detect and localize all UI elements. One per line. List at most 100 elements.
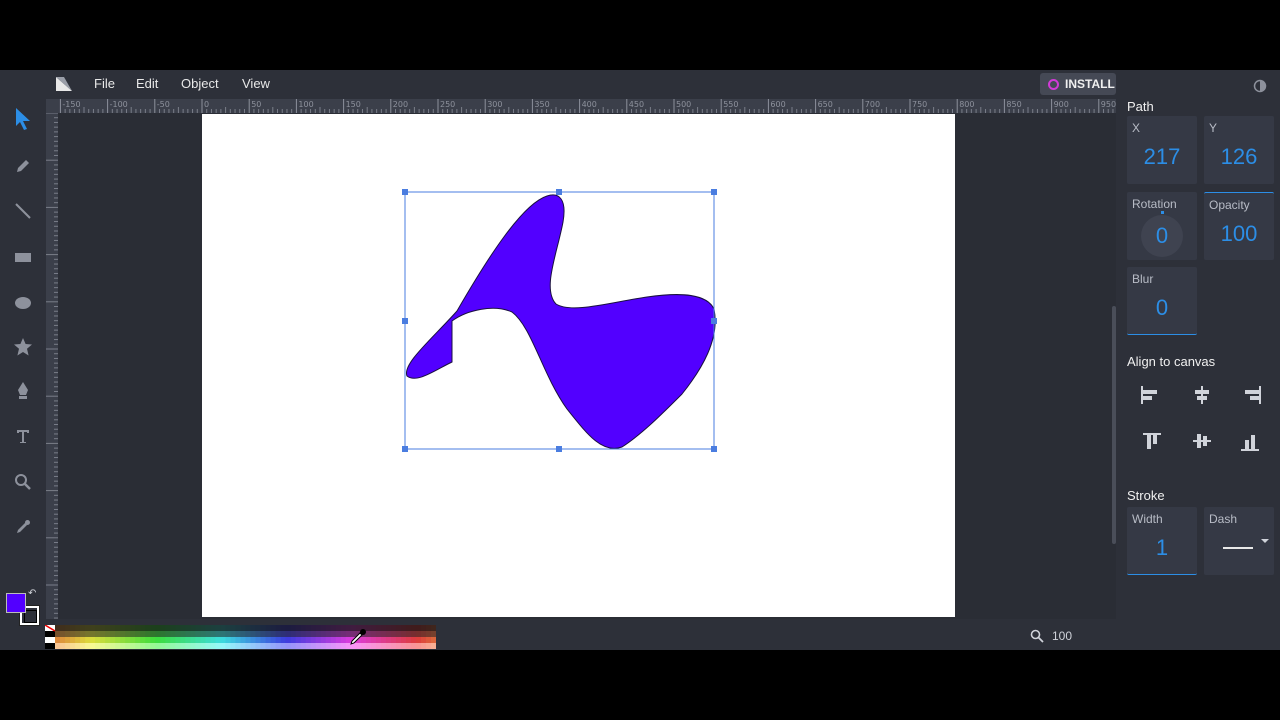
ruler-label: 100 [298,100,313,109]
color-palette[interactable] [45,625,436,649]
stroke-width-label: Width [1132,512,1163,526]
align-middle-button[interactable] [1189,428,1215,454]
contrast-toggle-icon[interactable] [1253,79,1267,93]
stroke-width-field[interactable]: Width 1 [1127,507,1197,575]
stroke-dash-field[interactable]: Dash [1204,507,1274,575]
ellipse-tool[interactable] [10,290,36,316]
align-left-icon [1141,386,1157,404]
opacity-field[interactable]: Opacity 100 [1204,192,1274,260]
zoom-indicator[interactable]: 100 [1030,629,1072,643]
align-center-h-button[interactable] [1189,382,1215,408]
vertical-scrollbar[interactable] [1112,306,1116,544]
y-field[interactable]: Y 126 [1204,116,1274,184]
zoom-tool[interactable] [10,469,36,495]
align-top-button[interactable] [1139,428,1165,454]
x-value: 217 [1143,144,1181,169]
path-section-title: Path [1127,99,1154,114]
menu-view[interactable]: View [242,76,270,91]
ruler-label: 750 [912,100,927,109]
y-label: Y [1209,121,1218,135]
text-tool[interactable] [10,423,36,449]
editor-app: File Edit Object View INSTALL ↶ -150 -10… [0,70,1280,650]
chevron-down-icon[interactable] [1260,537,1270,545]
app-logo-icon[interactable] [55,76,73,92]
star-icon [14,338,32,356]
align-right-button[interactable] [1240,382,1266,408]
align-center-horizontal-icon [1195,386,1209,404]
install-button[interactable]: INSTALL [1040,73,1116,95]
arrow-cursor-icon [16,108,30,130]
stroke-section-title: Stroke [1127,488,1165,503]
x-field[interactable]: X 217 [1127,116,1197,184]
align-center-vertical-icon [1193,434,1211,448]
toolbar: ↶ [0,99,46,650]
align-bottom-icon [1241,435,1259,451]
eyedropper-cursor-icon [350,629,366,645]
ruler-label: -150 [62,100,80,109]
select-tool[interactable] [10,106,36,132]
star-tool[interactable] [10,334,36,360]
ruler-label: 300 [487,100,502,109]
dash-solid-preview [1223,547,1253,549]
rectangle-tool[interactable] [10,244,36,270]
pencil-icon [17,160,29,172]
ruler-label: 350 [534,100,549,109]
horizontal-ruler: -150 -100 -50 0 50 100 150 200 250 300 350 400 450 50… [58,99,1116,113]
align-bottom-button[interactable] [1237,430,1263,456]
pen-tool[interactable] [10,378,36,404]
stroke-width-value: 1 [1155,535,1169,560]
workspace[interactable] [58,113,1116,619]
ellipse-icon [15,297,31,309]
ruler-label: 150 [346,100,361,109]
menu-edit[interactable]: Edit [136,76,158,91]
ruler-label: 400 [582,100,597,109]
rotation-dial-marker [1161,211,1164,214]
ruler-label: 650 [818,100,833,109]
blob-shape[interactable] [406,194,716,449]
ruler-label: 800 [959,100,974,109]
ruler-label: 450 [629,100,644,109]
install-icon [1048,78,1059,90]
pencil-tool[interactable] [10,153,36,179]
zoom-value: 100 [1052,629,1073,643]
x-label: X [1132,121,1141,135]
install-label: INSTALL [1065,77,1115,91]
ruler-label: 900 [1054,100,1069,109]
ruler-label: 550 [723,100,738,109]
ruler-label: 500 [676,100,691,109]
opacity-value: 100 [1220,221,1258,246]
menubar: File Edit Object View INSTALL [0,70,1267,99]
menu-file[interactable]: File [94,76,115,91]
magnifier-icon [15,474,31,490]
ruler-corner [46,99,58,113]
canvas-drawing[interactable] [202,114,955,617]
line-icon [15,203,31,219]
text-icon [17,430,29,443]
rotation-value: 0 [1155,223,1169,248]
align-left-button[interactable] [1136,382,1162,408]
eyedropper-tool[interactable] [10,514,36,540]
pen-nib-icon [18,382,28,399]
line-tool[interactable] [10,198,36,224]
ruler-label: 0 [204,100,209,109]
align-top-icon [1143,433,1161,449]
ruler-label: 250 [440,100,455,109]
rotation-label: Rotation [1132,197,1177,211]
blur-field[interactable]: Blur 0 [1127,267,1197,335]
ruler-label: 950 [1101,100,1116,109]
ruler-label: -100 [110,100,128,109]
align-right-icon [1245,386,1261,404]
blur-value: 0 [1155,295,1169,320]
ruler-label: 200 [393,100,408,109]
fill-color-swatch[interactable] [6,593,26,613]
swap-colors-icon[interactable]: ↶ [28,588,36,599]
stroke-dash-label: Dash [1209,512,1238,526]
rotation-field[interactable]: Rotation 0 [1127,192,1197,260]
properties-panel: Path X 217 Y 126 Rotation 0 Opacity 100 … [1117,99,1280,650]
ruler-label: 850 [1006,100,1021,109]
menu-object[interactable]: Object [181,76,219,91]
zoom-magnifier-icon [1030,629,1044,643]
blur-label: Blur [1132,272,1154,286]
ruler-label: -50 [157,100,170,109]
canvas-page[interactable] [202,114,955,617]
